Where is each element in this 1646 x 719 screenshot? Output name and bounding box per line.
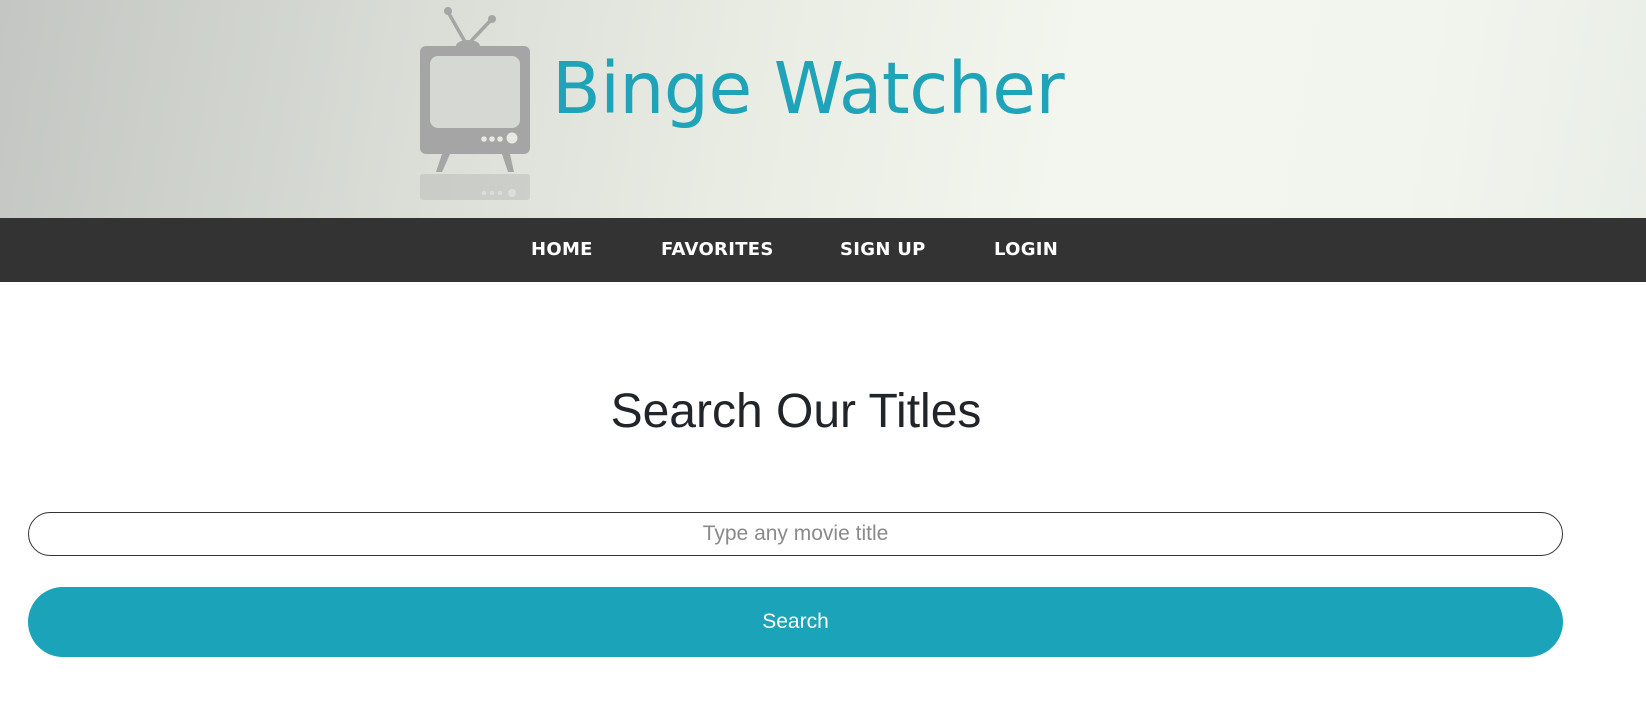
search-button[interactable]: Search (28, 587, 1563, 657)
tv-icon (420, 7, 530, 200)
page-title: Search Our Titles (610, 385, 982, 438)
nav-link-login[interactable]: LOGIN (994, 218, 1058, 282)
site-logo[interactable]: Binge Watcher (418, 4, 1118, 200)
main-navigation: HOME FAVORITES SIGN UP LOGIN (0, 218, 1646, 282)
nav-link-favorites[interactable]: FAVORITES (661, 218, 774, 282)
site-header: Binge Watcher (0, 0, 1646, 218)
nav-link-sign-up[interactable]: SIGN UP (840, 218, 926, 282)
nav-link-home[interactable]: HOME (531, 218, 593, 282)
movie-search-input[interactable] (28, 512, 1563, 556)
brand-name: Binge Watcher (552, 47, 1065, 130)
